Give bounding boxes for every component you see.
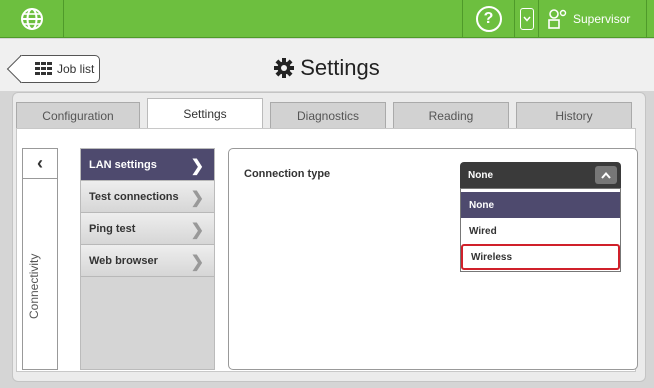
option-none[interactable]: None	[461, 192, 620, 218]
tab-history[interactable]: History	[516, 102, 632, 128]
option-label: Wireless	[471, 251, 513, 263]
settings-menu: LAN settings ❯ Test connections ❯ Ping t…	[80, 148, 215, 370]
menu-item-label: Web browser	[89, 254, 158, 267]
chevron-up-icon	[595, 166, 617, 184]
tab-label: Diagnostics	[296, 108, 360, 123]
help-dropdown-button[interactable]	[514, 0, 538, 38]
connection-type-select[interactable]: None	[460, 162, 621, 188]
header: Job list Settings	[0, 39, 654, 91]
tab-bar: Configuration Settings Diagnostics Readi…	[16, 98, 632, 128]
menu-item-test-connections[interactable]: Test connections ❯	[81, 181, 214, 213]
user-dropdown-button[interactable]	[646, 0, 654, 38]
chevron-right-icon: ❯	[190, 158, 204, 175]
tab-label: Configuration	[42, 108, 114, 123]
page-title-text: Settings	[300, 55, 380, 80]
menu-item-label: LAN settings	[89, 158, 157, 171]
select-value: None	[468, 169, 493, 181]
user-name: Supervisor	[573, 12, 631, 26]
page-title: Settings	[0, 55, 654, 81]
chevron-right-icon: ❯	[190, 254, 204, 271]
connection-type-label: Connection type	[244, 168, 331, 180]
tab-configuration[interactable]: Configuration	[16, 102, 140, 128]
globe-icon	[20, 8, 43, 30]
connectivity-rail: ‹ Connectivity	[22, 148, 58, 370]
connection-type-options: None Wired Wireless	[460, 188, 621, 272]
user-menu-button[interactable]: Supervisor	[538, 0, 646, 38]
option-label: Wired	[469, 225, 497, 237]
gear-icon	[274, 58, 295, 78]
back-button[interactable]: ‹	[23, 149, 57, 179]
tab-reading[interactable]: Reading	[393, 102, 509, 128]
language-button[interactable]	[0, 0, 64, 38]
menu-item-label: Test connections	[89, 190, 179, 203]
help-icon: ?	[475, 6, 502, 32]
menu-item-ping-test[interactable]: Ping test ❯	[81, 213, 214, 245]
tab-label: Settings	[183, 106, 227, 121]
option-wireless[interactable]: Wireless	[461, 244, 620, 270]
top-bar: ? Supervisor	[0, 0, 654, 38]
menu-item-label: Ping test	[89, 222, 136, 235]
user-icon	[548, 9, 567, 29]
tab-diagnostics[interactable]: Diagnostics	[270, 102, 386, 128]
rail-label: Connectivity	[27, 253, 41, 319]
tab-label: Reading	[428, 108, 474, 123]
tab-label: History	[555, 108, 593, 123]
help-button[interactable]: ?	[462, 0, 514, 38]
option-label: None	[469, 199, 494, 211]
option-wired[interactable]: Wired	[461, 218, 620, 244]
chevron-left-icon: ‹	[37, 153, 43, 173]
menu-item-web-browser[interactable]: Web browser ❯	[81, 245, 214, 277]
menu-item-lan-settings[interactable]: LAN settings ❯	[81, 149, 214, 181]
chevron-right-icon: ❯	[190, 222, 204, 239]
chevron-down-icon	[519, 8, 534, 30]
tab-settings[interactable]: Settings	[147, 98, 263, 128]
chevron-right-icon: ❯	[190, 190, 204, 207]
